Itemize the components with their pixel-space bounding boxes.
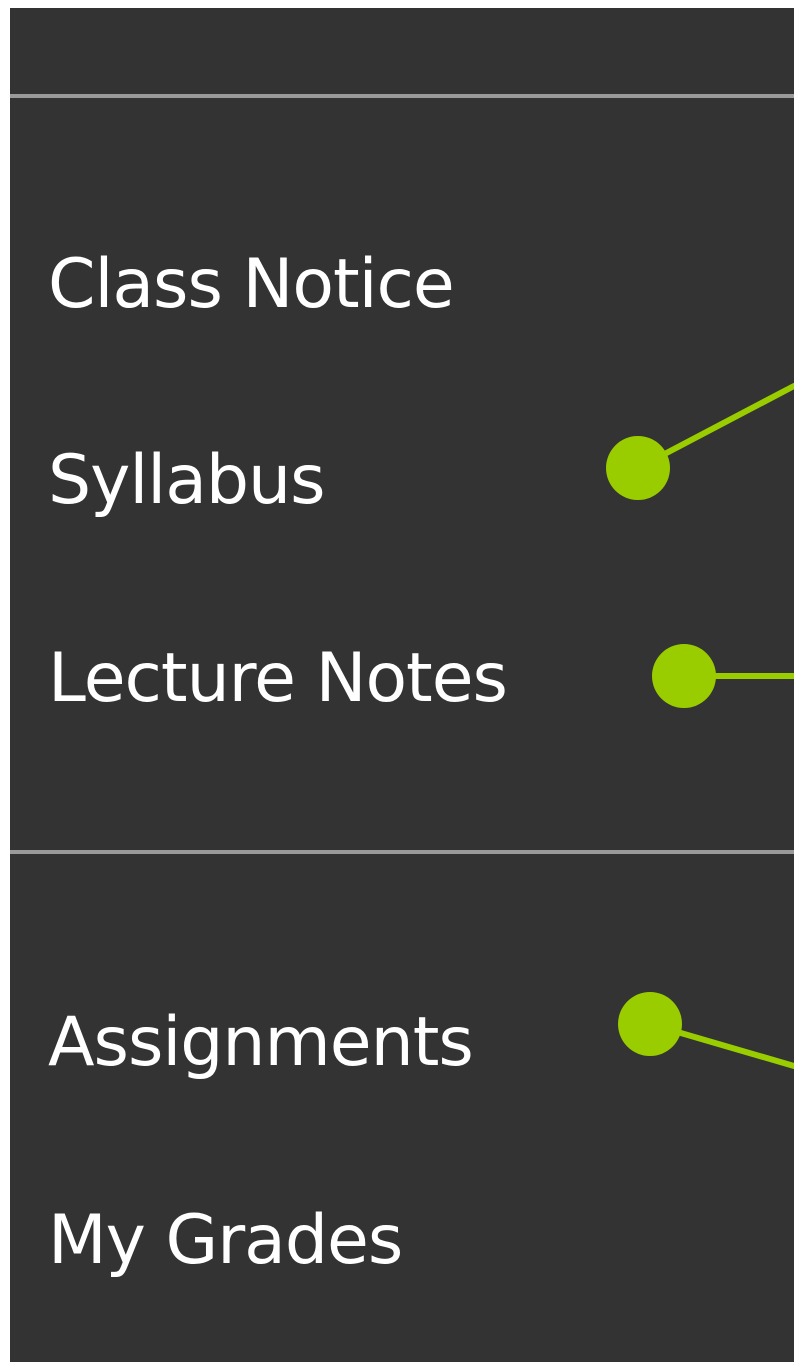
menu-item-class-notice[interactable]: Class Notice [48,240,455,330]
callout-dot-icon [652,644,716,708]
top-divider [10,94,794,98]
callout-line-icon [647,1021,794,1069]
menu-item-lecture-notes[interactable]: Lecture Notes [48,634,508,724]
callout-line-icon [635,383,794,471]
page-frame: Class Notice Syllabus Lecture Notes Assi… [0,0,794,1362]
section-divider [10,850,794,854]
callout-dot-icon [618,992,682,1056]
callout-dot-icon [606,436,670,500]
course-menu-panel: Class Notice Syllabus Lecture Notes Assi… [10,8,794,1362]
menu-item-my-grades[interactable]: My Grades [48,1196,403,1286]
menu-item-syllabus[interactable]: Syllabus [48,436,326,526]
menu-item-assignments[interactable]: Assignments [48,998,474,1088]
